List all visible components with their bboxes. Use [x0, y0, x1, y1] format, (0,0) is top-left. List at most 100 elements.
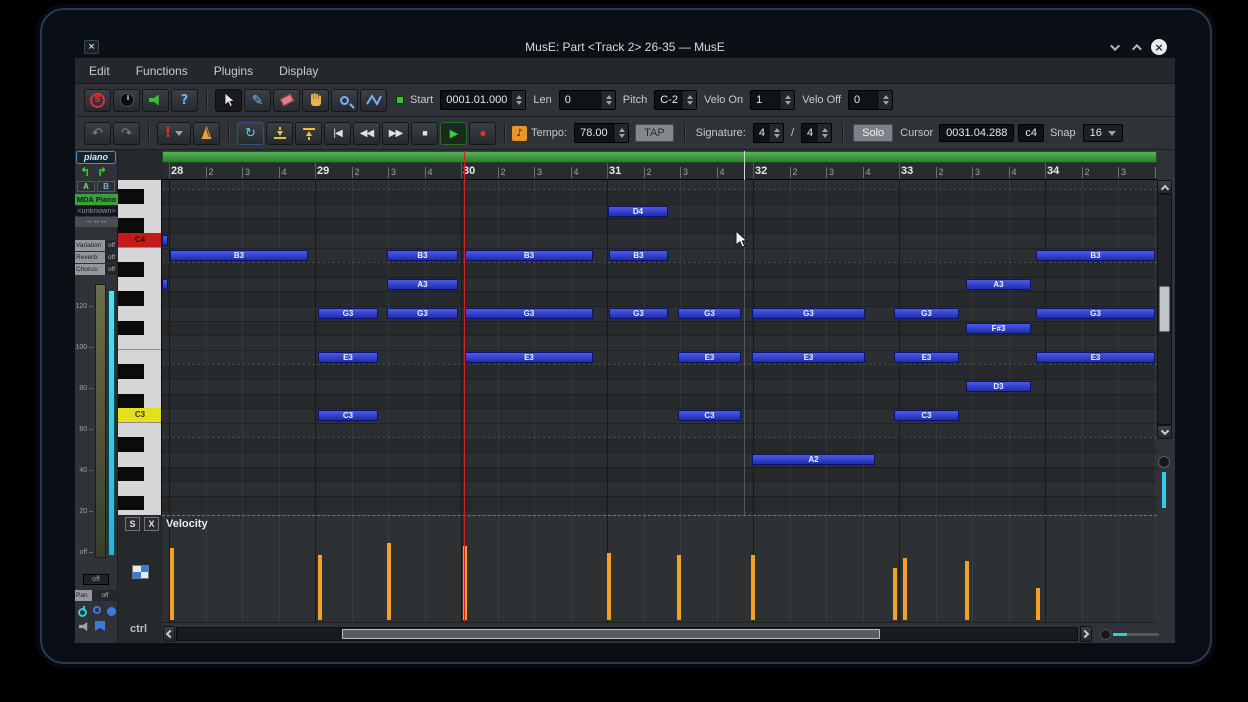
maximize-icon[interactable]: [1131, 43, 1142, 54]
velocity-s-button[interactable]: S: [125, 517, 140, 531]
snap-combobox[interactable]: 16: [1082, 124, 1123, 142]
note-E3[interactable]: E3: [465, 351, 593, 363]
vzoom-knob[interactable]: [1158, 456, 1170, 468]
prev-part-arrow-icon[interactable]: ↰: [80, 165, 90, 179]
close-button[interactable]: ×: [1151, 39, 1167, 55]
note-B3[interactable]: B3: [465, 249, 593, 261]
note-C3[interactable]: C3: [318, 410, 378, 422]
piano-key-A#3[interactable]: [118, 262, 161, 277]
dot-icon[interactable]: [107, 607, 116, 616]
velocity-bar[interactable]: [170, 548, 174, 620]
hscroll-track[interactable]: [176, 627, 1078, 641]
vscroll-down-button[interactable]: [1157, 425, 1172, 439]
note-E3[interactable]: E3: [752, 351, 865, 363]
patch-name[interactable]: <unknown>: [75, 206, 118, 216]
play-button[interactable]: ▶: [440, 121, 467, 145]
controller-row-chorus[interactable]: Chorus: off: [75, 264, 118, 275]
flag-icon[interactable]: [95, 621, 105, 631]
piano-key-A#2[interactable]: [118, 437, 161, 452]
note-G3[interactable]: G3: [678, 308, 741, 319]
line-tool-button[interactable]: [360, 88, 387, 112]
panic-button[interactable]: !: [157, 121, 191, 145]
controller-row-variation[interactable]: Variation off: [75, 240, 118, 251]
velocity-bar[interactable]: [965, 561, 969, 620]
pointer-tool-button[interactable]: [215, 88, 242, 112]
note-E3[interactable]: E3: [1036, 351, 1155, 363]
loop-button[interactable]: ↻: [237, 121, 264, 145]
a-button[interactable]: A: [77, 181, 95, 192]
stop-button[interactable]: ■: [411, 121, 438, 145]
len-spinbox[interactable]: 0: [558, 90, 616, 110]
note-E3[interactable]: E3: [318, 351, 378, 363]
pitch-spinbox[interactable]: C-2: [654, 90, 697, 110]
spinner-arrows-icon[interactable]: [615, 124, 629, 142]
note-A3[interactable]: A3: [387, 278, 458, 290]
vscroll-up-button[interactable]: [1157, 180, 1172, 194]
note-G3[interactable]: G3: [465, 308, 593, 319]
hzoom-slider[interactable]: [1113, 633, 1127, 636]
b-button[interactable]: B: [97, 181, 115, 192]
velocity-x-button[interactable]: X: [144, 517, 159, 531]
velocity-bar[interactable]: [751, 555, 755, 620]
note-C4[interactable]: [162, 235, 168, 246]
tap-button[interactable]: TAP: [635, 124, 674, 142]
punch-out-button[interactable]: [295, 121, 322, 145]
whatsthis-button[interactable]: ?: [171, 88, 198, 112]
spinner-arrows-icon[interactable]: [601, 91, 615, 109]
piano-key-C3[interactable]: C3: [118, 408, 161, 423]
note-B3[interactable]: B3: [170, 249, 308, 261]
zoom-tool-button[interactable]: [331, 88, 358, 112]
rewind-start-button[interactable]: |◀: [324, 121, 351, 145]
piano-key-E4[interactable]: [118, 180, 161, 190]
note-A3[interactable]: [162, 278, 168, 290]
undo-button[interactable]: ↶: [84, 121, 111, 145]
piano-key-C#4[interactable]: [118, 218, 161, 233]
velo-off-spinbox[interactable]: 0: [848, 90, 894, 110]
sig-num-spinbox[interactable]: 4: [752, 123, 784, 143]
punch-in-button[interactable]: [266, 121, 293, 145]
velocity-bar[interactable]: [677, 555, 681, 620]
piano-key-G3[interactable]: [118, 306, 161, 321]
sig-den-spinbox[interactable]: 4: [801, 123, 833, 143]
velocity-bar[interactable]: [318, 555, 322, 620]
note-B3[interactable]: B3: [1036, 249, 1155, 261]
note-A3[interactable]: A3: [966, 278, 1031, 290]
piano-key-D#3[interactable]: [118, 364, 161, 379]
piano-key-G#2[interactable]: [118, 466, 161, 482]
titlebar[interactable]: × MusE: Part <Track 2> 26-35 — MusE ×: [75, 36, 1175, 58]
piano-key-D#4[interactable]: [118, 189, 161, 204]
controller-row-reverb[interactable]: Reverb: off: [75, 252, 118, 263]
piano-key-C4[interactable]: C4: [118, 233, 161, 248]
hzoom-track[interactable]: [1127, 633, 1159, 636]
velo-on-spinbox[interactable]: 1: [750, 90, 796, 110]
record-button[interactable]: ●: [469, 121, 496, 145]
note-D4[interactable]: D4: [608, 205, 668, 217]
metronome-button[interactable]: [193, 121, 220, 145]
volume-slider[interactable]: [108, 290, 115, 556]
ring-icon[interactable]: [93, 606, 101, 614]
velocity-bar[interactable]: [387, 543, 391, 620]
menu-functions[interactable]: Functions: [136, 64, 188, 78]
note-C3[interactable]: C3: [678, 410, 741, 422]
note-G3[interactable]: G3: [318, 308, 378, 319]
tempo-master-icon[interactable]: ♪: [512, 125, 527, 141]
piano-key-E3[interactable]: [118, 349, 161, 365]
velocity-bar[interactable]: [607, 553, 611, 620]
note-G3[interactable]: G3: [609, 308, 668, 319]
note-B3[interactable]: B3: [609, 249, 668, 261]
note-E3[interactable]: E3: [894, 351, 959, 363]
spinner-arrows-icon[interactable]: [682, 91, 696, 109]
bank-program-row[interactable]: -- -- --: [75, 217, 118, 227]
note-C3[interactable]: C3: [894, 410, 959, 422]
piano-key-A3[interactable]: [118, 276, 161, 292]
spinner-arrows-icon[interactable]: [818, 124, 832, 142]
piano-key-B3[interactable]: [118, 247, 161, 263]
piano-key-C#3[interactable]: [118, 393, 161, 409]
pencil-tool-button[interactable]: ✎: [244, 88, 271, 112]
spinner-arrows-icon[interactable]: [512, 91, 526, 109]
piano-key-F3[interactable]: [118, 335, 161, 350]
velocity-bar[interactable]: [893, 568, 897, 620]
hscroll-thumb[interactable]: [342, 629, 880, 639]
hzoom-knob[interactable]: [1100, 629, 1111, 640]
eraser-tool-button[interactable]: [273, 88, 300, 112]
